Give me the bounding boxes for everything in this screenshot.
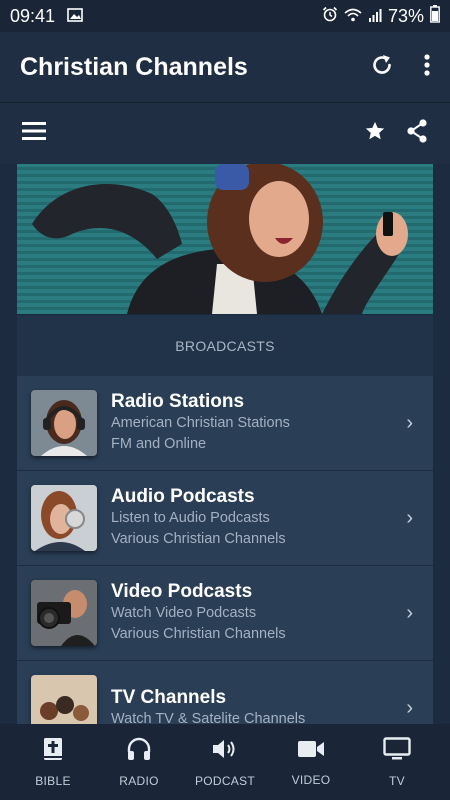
status-time: 09:41 [10,5,56,26]
favorite-star-icon[interactable] [364,120,386,147]
video-podcasts-thumbnail [31,580,97,646]
nav-label: RADIO [119,773,159,788]
toolbar [0,102,450,164]
chevron-right-icon: › [406,411,413,434]
list-item-tv-channels[interactable]: TV Channels Watch TV & Satelite Channels… [17,661,433,724]
tv-icon [383,736,411,766]
chevron-right-icon: › [406,506,413,529]
nav-label: VIDEO [291,772,331,787]
bottom-navigation: BIBLE RADIO PODCAST VIDEO TV [0,724,450,800]
audio-podcasts-thumbnail [31,485,97,551]
nav-item-bible[interactable]: BIBLE [10,724,96,800]
bible-icon [42,737,64,766]
app-bar: Christian Channels [0,32,450,102]
battery-level: 73% [387,5,424,26]
speaker-icon [211,737,239,766]
image-notification-icon [67,6,83,27]
signal-icon [368,6,382,27]
nav-item-podcast[interactable]: PODCAST [182,724,268,800]
list-item-subtitle: FM and Online [111,436,207,452]
battery-icon [430,4,440,28]
radio-stations-thumbnail [31,390,97,456]
nav-item-tv[interactable]: TV [354,724,440,800]
list-item-subtitle: Various Christian Channels [111,531,286,547]
tv-channels-thumbnail [31,675,97,724]
section-label-broadcasts: BROADCASTS [17,314,433,376]
share-icon[interactable] [406,119,428,148]
list-item-audio-podcasts[interactable]: Audio Podcasts Listen to Audio Podcasts … [17,471,433,566]
wifi-icon [344,6,362,27]
more-options-icon[interactable] [424,53,430,82]
list-item-subtitle: Watch TV & Satelite Channels [111,710,306,725]
main-content: BROADCASTS Radio Stations American Chris… [17,164,433,724]
nav-label: BIBLE [35,773,71,788]
nav-label: TV [389,773,405,788]
status-bar: 09:41 73% [0,0,450,32]
list-item-subtitle: Listen to Audio Podcasts [111,510,270,526]
refresh-icon[interactable] [370,53,394,82]
nav-item-video[interactable]: VIDEO [268,724,354,800]
app-title: Christian Channels [20,52,248,81]
list-item-title: Video Podcasts [111,581,253,602]
list-item-video-podcasts[interactable]: Video Podcasts Watch Video Podcasts Vari… [17,566,433,661]
chevron-right-icon: › [406,696,413,719]
headphones-icon [126,737,152,766]
chevron-right-icon: › [406,601,413,624]
menu-icon[interactable] [22,121,46,146]
nav-item-radio[interactable]: RADIO [96,724,182,800]
list-item-subtitle: Watch Video Podcasts [111,605,257,621]
alarm-icon [322,6,338,27]
list-item-title: TV Channels [111,686,227,708]
hero-banner-image [17,164,433,314]
list-item-subtitle: American Christian Stations [111,415,290,431]
list-item-title: Radio Stations [111,391,245,412]
list-item-radio-stations[interactable]: Radio Stations American Christian Statio… [17,376,433,471]
list-item-title: Audio Podcasts [111,486,255,507]
list-item-subtitle: Various Christian Channels [111,626,286,642]
video-camera-icon [297,738,325,765]
nav-label: PODCAST [194,773,256,788]
